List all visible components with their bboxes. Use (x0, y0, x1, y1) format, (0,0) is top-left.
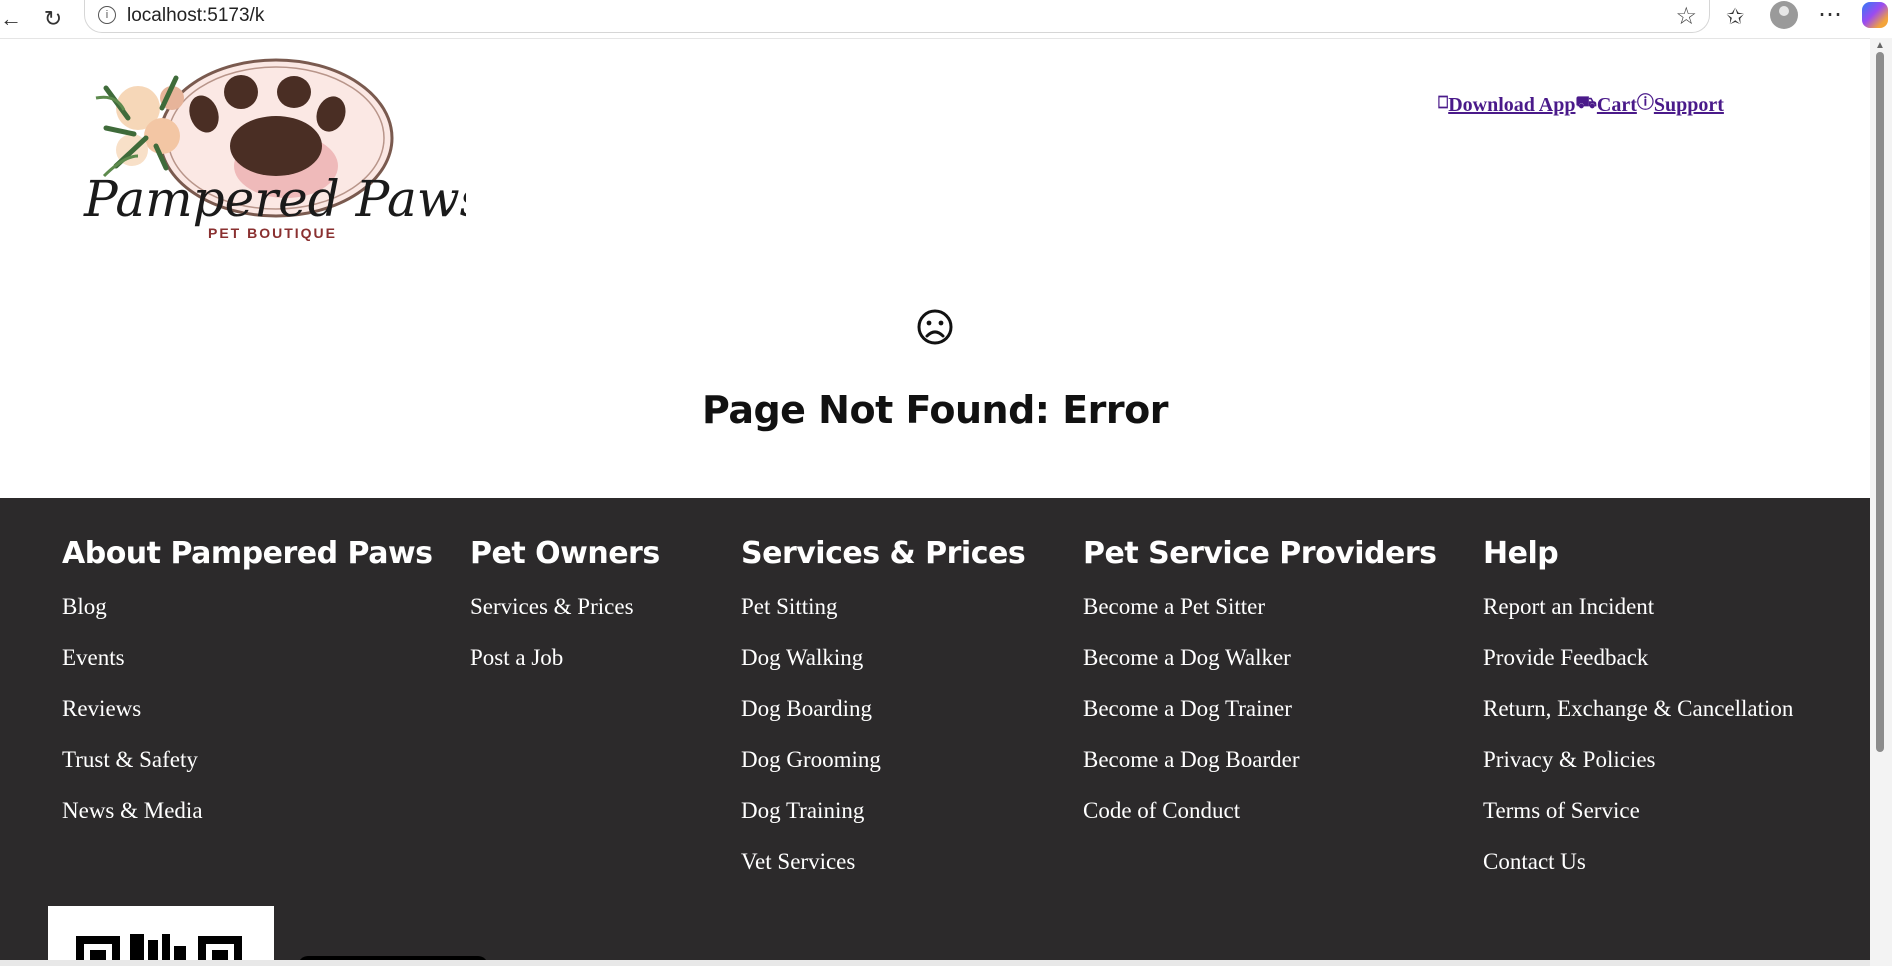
footer-heading: Pet Owners (470, 536, 660, 571)
address-bar[interactable]: i localhost:5173/k ☆ (84, 0, 1710, 33)
footer-link-vet-services[interactable]: Vet Services (741, 848, 1025, 899)
footer-link-dog-boarding[interactable]: Dog Boarding (741, 695, 1025, 746)
footer-link-events[interactable]: Events (62, 644, 433, 695)
footer-column-services: Services & Prices Pet Sitting Dog Walkin… (741, 536, 1026, 899)
footer-link-dog-grooming[interactable]: Dog Grooming (741, 746, 1025, 797)
logo-subtitle: PET BOUTIQUE (208, 225, 337, 241)
footer-column-about: About Pampered Paws Blog Events Reviews … (62, 536, 433, 848)
footer-heading: Help (1483, 536, 1559, 571)
download-app-link[interactable]: ⎕Download App (1438, 93, 1576, 116)
reload-icon[interactable]: ↻ (40, 6, 66, 32)
footer-link-dog-training[interactable]: Dog Training (741, 797, 1025, 848)
footer-link-privacy-policies[interactable]: Privacy & Policies (1483, 746, 1793, 797)
footer-column-providers: Pet Service Providers Become a Pet Sitte… (1083, 536, 1437, 848)
footer-heading: About Pampered Paws (62, 536, 433, 571)
favorite-star-icon[interactable]: ☆ (1675, 2, 1697, 31)
url-text[interactable]: localhost:5173/k (127, 5, 264, 27)
footer-link-post-job[interactable]: Post a Job (470, 644, 660, 695)
more-options-icon[interactable]: ⋯ (1818, 0, 1842, 29)
footer-link-become-pet-sitter[interactable]: Become a Pet Sitter (1083, 593, 1436, 644)
footer-link-contact-us[interactable]: Contact Us (1483, 848, 1793, 899)
scrollbar-thumb[interactable] (1876, 52, 1884, 752)
vertical-scrollbar[interactable]: ▲ (1870, 38, 1892, 966)
back-arrow-icon[interactable]: ← (0, 6, 24, 32)
help-circle-icon: ⓘ (1636, 93, 1654, 112)
header-nav: ⎕Download App⛟CartⓘSupport (1438, 88, 1724, 117)
scroll-up-icon[interactable]: ▲ (1875, 40, 1885, 51)
footer-link-blog[interactable]: Blog (62, 593, 433, 644)
footer-heading: Pet Service Providers (1083, 536, 1437, 571)
browser-toolbar: ← ↻ i localhost:5173/k ☆ ✩ ⋯ (0, 0, 1892, 39)
footer-link-report-incident[interactable]: Report an Incident (1483, 593, 1793, 644)
qr-code (48, 906, 274, 966)
site-footer: About Pampered Paws Blog Events Reviews … (0, 498, 1870, 966)
copilot-icon[interactable] (1862, 2, 1888, 28)
footer-link-code-of-conduct[interactable]: Code of Conduct (1083, 797, 1436, 848)
footer-link-return-exchange[interactable]: Return, Exchange & Cancellation (1483, 695, 1793, 746)
footer-link-become-dog-trainer[interactable]: Become a Dog Trainer (1083, 695, 1436, 746)
profile-avatar-icon[interactable] (1770, 1, 1798, 29)
cart-link[interactable]: ⛟Cart (1575, 93, 1637, 116)
pampered-paws-logo[interactable]: Pampered Paws PET BOUTIQUE (76, 58, 466, 256)
footer-link-reviews[interactable]: Reviews (62, 695, 433, 746)
footer-column-help: Help Report an Incident Provide Feedback… (1483, 536, 1793, 899)
footer-link-dog-walking[interactable]: Dog Walking (741, 644, 1025, 695)
footer-link-become-dog-boarder[interactable]: Become a Dog Boarder (1083, 746, 1436, 797)
logo-wordmark: Pampered Paws (83, 170, 466, 228)
phone-icon: ⎕ (1438, 93, 1449, 112)
footer-link-services-prices[interactable]: Services & Prices (470, 593, 660, 644)
footer-link-pet-sitting[interactable]: Pet Sitting (741, 593, 1025, 644)
footer-link-trust-safety[interactable]: Trust & Safety (62, 746, 433, 797)
page-title: Page Not Found: Error (701, 388, 1169, 432)
footer-link-provide-feedback[interactable]: Provide Feedback (1483, 644, 1793, 695)
footer-link-become-dog-walker[interactable]: Become a Dog Walker (1083, 644, 1436, 695)
favorites-list-icon[interactable]: ✩ (1726, 4, 1744, 30)
support-link[interactable]: ⓘSupport (1637, 93, 1724, 116)
site-info-icon[interactable]: i (98, 6, 116, 24)
sad-face-icon (917, 309, 953, 345)
footer-link-terms-of-service[interactable]: Terms of Service (1483, 797, 1793, 848)
support-label: Support (1653, 94, 1724, 116)
download-app-label: Download App (1448, 94, 1576, 116)
footer-link-news-media[interactable]: News & Media (62, 797, 433, 848)
cart-label: Cart (1596, 94, 1637, 116)
cart-icon: ⛟ (1575, 93, 1597, 112)
footer-heading: Services & Prices (741, 536, 1026, 571)
horizontal-scrollbar[interactable] (0, 960, 1870, 966)
footer-column-pet-owners: Pet Owners Services & Prices Post a Job (470, 536, 660, 695)
